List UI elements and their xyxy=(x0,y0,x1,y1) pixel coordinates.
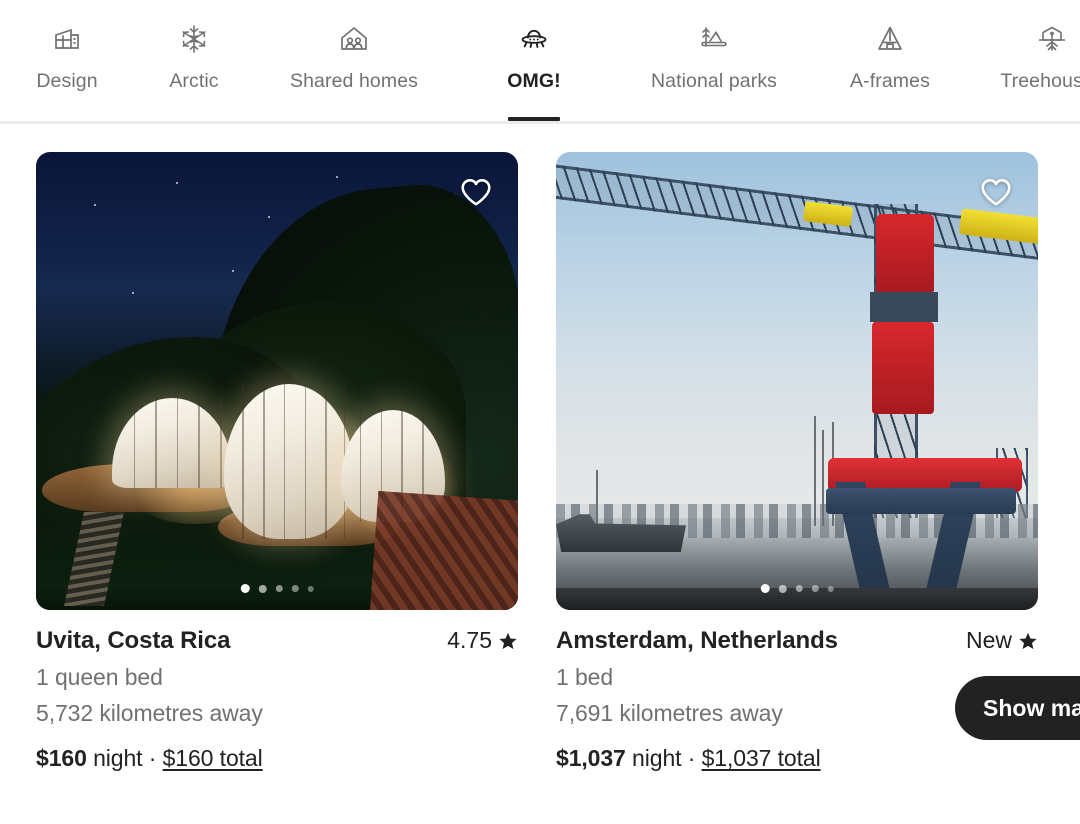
listing-price: $1,037 night · $1,037 total xyxy=(556,745,1038,772)
heart-outline-icon xyxy=(458,175,494,209)
price-amount: $1,037 xyxy=(556,745,626,771)
show-map-label: Show map xyxy=(983,694,1080,721)
airbnb-listings-screen: Design Arctic Shared homes OMG! National… xyxy=(0,0,1080,824)
category-nav: Design Arctic Shared homes OMG! National… xyxy=(0,0,1080,124)
carousel-dots[interactable] xyxy=(760,584,834,593)
rating-value: New xyxy=(965,627,1012,653)
carousel-dot[interactable] xyxy=(760,584,770,593)
category-tab-label: OMG! xyxy=(507,70,561,92)
category-tab-treehouses[interactable]: Treehouses xyxy=(966,0,1080,121)
listing-details: Uvita, Costa Rica 4.75 1 queen bed 5,732… xyxy=(36,627,518,772)
listing-beds: 1 queen bed xyxy=(36,664,163,690)
carousel-dot[interactable] xyxy=(291,585,299,592)
listing-rating: 4.75 xyxy=(447,627,518,654)
category-tab-national-parks[interactable]: National parks xyxy=(614,0,814,121)
ufo-icon xyxy=(517,22,551,56)
rating-value: 4.75 xyxy=(447,627,492,653)
heart-outline-icon xyxy=(978,175,1014,209)
carousel-dot[interactable] xyxy=(258,584,267,593)
listing-photo-carousel[interactable] xyxy=(36,152,518,610)
star-icon xyxy=(498,631,518,651)
listing-card[interactable]: Uvita, Costa Rica 4.75 1 queen bed 5,732… xyxy=(36,152,518,824)
listing-rating: New xyxy=(966,627,1038,654)
category-tab-arctic[interactable]: Arctic xyxy=(134,0,254,121)
category-nav-strip[interactable]: Design Arctic Shared homes OMG! National… xyxy=(0,0,1080,121)
price-total-link[interactable]: $160 total xyxy=(163,745,263,771)
listing-photo xyxy=(36,152,518,610)
shared-homes-icon xyxy=(337,22,371,56)
category-tab-label: Shared homes xyxy=(289,70,419,92)
category-tab-label: Design xyxy=(36,70,98,92)
category-tab-omg[interactable]: OMG! xyxy=(454,0,614,121)
listing-photo xyxy=(556,152,1038,610)
star-icon xyxy=(1018,631,1038,651)
show-map-button[interactable]: Show map xyxy=(955,676,1080,740)
a-frame-icon xyxy=(873,22,907,56)
treehouse-icon xyxy=(1035,22,1069,56)
carousel-dot[interactable] xyxy=(778,584,787,593)
category-tab-shared-homes[interactable]: Shared homes xyxy=(254,0,454,121)
listing-title-row: Amsterdam, Netherlands New xyxy=(556,627,1038,655)
carousel-dot[interactable] xyxy=(795,585,803,592)
carousel-dot[interactable] xyxy=(811,585,819,592)
listing-title-row: Uvita, Costa Rica 4.75 xyxy=(36,627,518,655)
carousel-dot[interactable] xyxy=(307,585,314,592)
listing-title: Amsterdam, Netherlands xyxy=(556,627,838,654)
price-amount: $160 xyxy=(36,745,87,771)
category-tab-design[interactable]: Design xyxy=(0,0,134,121)
listing-price: $160 night · $160 total xyxy=(36,745,518,772)
category-tab-label: Arctic xyxy=(169,70,219,92)
price-unit: night xyxy=(93,745,143,771)
listing-distance: 5,732 kilometres away xyxy=(36,700,263,726)
price-unit: night xyxy=(632,745,682,771)
category-tab-label: National parks xyxy=(650,70,778,92)
listing-grid: Uvita, Costa Rica 4.75 1 queen bed 5,732… xyxy=(0,122,1080,824)
category-tab-label: A-frames xyxy=(850,70,930,92)
listing-title: Uvita, Costa Rica xyxy=(36,627,231,654)
carousel-dot[interactable] xyxy=(240,584,250,593)
carousel-dot[interactable] xyxy=(827,585,834,592)
favorite-button[interactable] xyxy=(454,170,498,214)
snowflake-icon xyxy=(177,22,211,56)
price-total-link[interactable]: $1,037 total xyxy=(702,745,821,771)
listing-photo-carousel[interactable] xyxy=(556,152,1038,610)
carousel-dots[interactable] xyxy=(240,584,314,593)
category-tab-a-frames[interactable]: A-frames xyxy=(814,0,966,121)
national-parks-icon xyxy=(697,22,731,56)
design-house-icon xyxy=(50,22,84,56)
favorite-button[interactable] xyxy=(974,170,1018,214)
carousel-dot[interactable] xyxy=(275,585,283,592)
category-tab-label: Treehouses xyxy=(1000,70,1080,92)
